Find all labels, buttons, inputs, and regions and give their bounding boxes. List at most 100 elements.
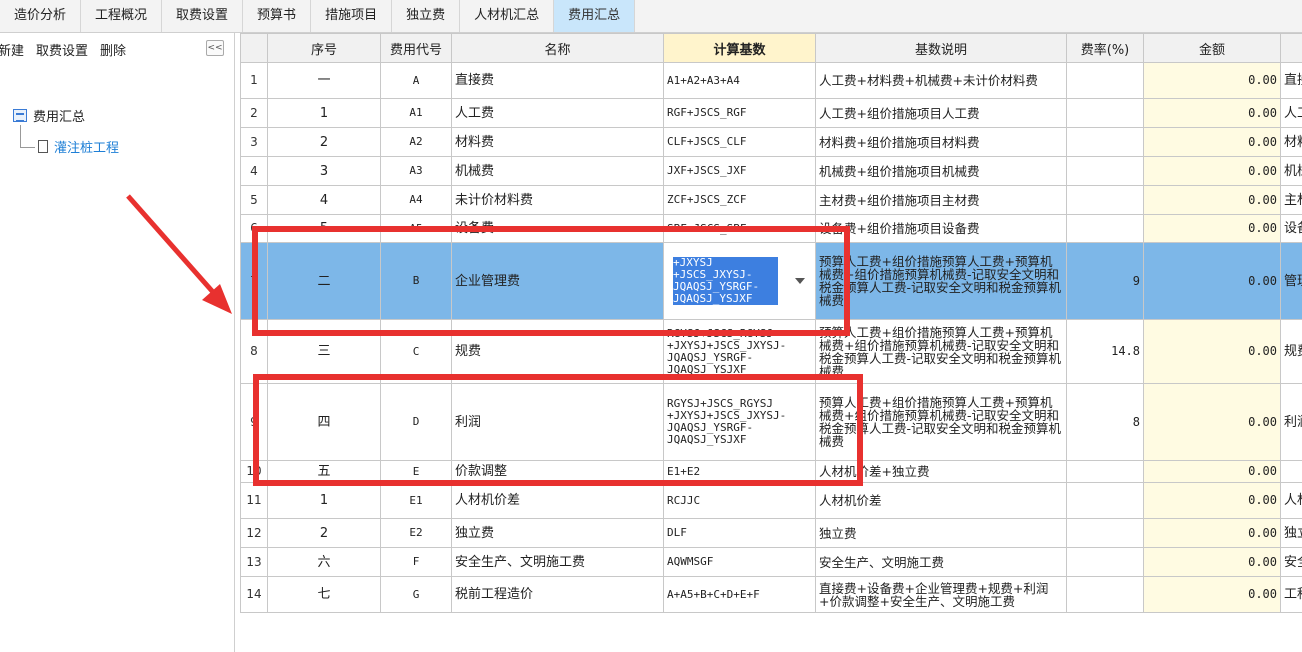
cell-desc[interactable]: 人工费+组价措施项目人工费 (815, 98, 1067, 128)
table-row[interactable]: 32A2材料费CLF+JSCS_CLF材料费+组价措施项目材料费 0.00材料 (240, 127, 1302, 157)
cell-name[interactable]: 未计价材料费 (451, 185, 664, 215)
dropdown-arrow-icon[interactable] (795, 278, 805, 284)
cell-note[interactable] (1280, 460, 1302, 483)
tab-3[interactable]: 预算书 (243, 0, 312, 32)
cell-note[interactable]: 人材 (1280, 482, 1302, 519)
cell-rate[interactable]: 8 (1066, 383, 1144, 461)
cell-amount[interactable]: 0.00 (1143, 156, 1281, 186)
tab-4[interactable]: 措施项目 (311, 0, 393, 32)
cell-desc[interactable]: 安全生产、文明施工费 (815, 547, 1067, 577)
cell-amount[interactable]: 0.00 (1143, 185, 1281, 215)
tab-2[interactable]: 取费设置 (162, 0, 244, 32)
cell-amount[interactable]: 0.00 (1143, 518, 1281, 548)
table-row[interactable]: 14 七 G 税前工程造价 A+A5+B+C+D+E+F 直接费+设备费+企业管理费+规费… (240, 576, 1302, 613)
cell-code[interactable]: A4 (380, 185, 452, 215)
cell-code[interactable]: A (380, 62, 452, 99)
table-row[interactable]: 65A5设备费SBF+JSCS_SBF设备费+组价措施项目设备费 0.00设备 (240, 214, 1302, 243)
cell-base[interactable]: DLF (663, 518, 816, 548)
cell-rate[interactable] (1066, 185, 1144, 215)
cell-base[interactable]: RCJJC (663, 482, 816, 519)
row-index[interactable]: 4 (240, 156, 268, 186)
tab-7[interactable]: 费用汇总 (554, 0, 636, 32)
cell-base[interactable]: CLF+JSCS_CLF (663, 127, 816, 157)
cell-desc[interactable]: 预算人工费+组价措施预算人工费+预算机械费+组价措施预算机械费-记取安全文明和税… (815, 242, 1067, 320)
cell-code[interactable]: E (380, 460, 452, 483)
cell-amount[interactable]: 0.00 (1143, 547, 1281, 577)
header-name[interactable]: 名称 (451, 33, 664, 63)
cell-desc[interactable]: 人材机价差 (815, 482, 1067, 519)
cell-seq[interactable]: 六 (267, 547, 381, 577)
cell-note[interactable]: 直接 (1280, 62, 1302, 99)
row-index[interactable]: 8 (240, 319, 268, 384)
cell-seq[interactable]: 1 (267, 482, 381, 519)
cell-amount[interactable]: 0.00 (1143, 383, 1281, 461)
cell-base[interactable]: +JXYSJ +JSCS_JXYSJ- JQAQSJ_YSRGF- JQAQSJ… (663, 242, 816, 320)
cell-rate[interactable] (1066, 98, 1144, 128)
tree-node-fee-summary[interactable]: 费用汇总 (0, 105, 85, 125)
cell-amount[interactable]: 0.00 (1143, 460, 1281, 483)
cell-note[interactable]: 材料 (1280, 127, 1302, 157)
cell-name[interactable]: 企业管理费 (451, 242, 664, 320)
cell-base[interactable]: ZCF+JSCS_ZCF (663, 185, 816, 215)
cell-name[interactable]: 材料费 (451, 127, 664, 157)
cell-seq[interactable]: 5 (267, 214, 381, 243)
cell-code[interactable]: A1 (380, 98, 452, 128)
tree-node-pile-project[interactable]: 灌注桩工程 (38, 136, 119, 156)
cell-seq[interactable]: 七 (267, 576, 381, 613)
cell-seq[interactable]: 2 (267, 127, 381, 157)
cell-note[interactable]: 人工 (1280, 98, 1302, 128)
cell-code[interactable]: C (380, 319, 452, 384)
table-row[interactable]: 9 四 D 利润 RGYSJ+JSCS_RGYSJ +JXYSJ+JSCS_JXYSJ-… (240, 383, 1302, 461)
row-index[interactable]: 11 (240, 482, 268, 519)
cell-seq[interactable]: 三 (267, 319, 381, 384)
cell-note[interactable]: 机械 (1280, 156, 1302, 186)
cell-desc[interactable]: 人材机价差+独立费 (815, 460, 1067, 483)
row-index[interactable]: 7 (240, 242, 268, 320)
cell-name[interactable]: 直接费 (451, 62, 664, 99)
table-row[interactable]: 8 三 C 规费 RGYSJ+JSCS_RGYSJ +JXYSJ+JSCS_JXYSJ-… (240, 319, 1302, 384)
cell-amount[interactable]: 0.00 (1143, 98, 1281, 128)
cell-rate[interactable] (1066, 127, 1144, 157)
header-seq[interactable]: 序号 (267, 33, 381, 63)
cell-name[interactable]: 设备费 (451, 214, 664, 243)
cell-desc[interactable]: 预算人工费+组价措施预算人工费+预算机械费+组价措施预算机械费-记取安全文明和税… (815, 319, 1067, 384)
row-index[interactable]: 3 (240, 127, 268, 157)
table-row[interactable]: 7 二 B 企业管理费 +JXYSJ +JSCS_JXYSJ- JQAQSJ_YSRGF… (240, 242, 1302, 320)
cell-code[interactable]: E1 (380, 482, 452, 519)
row-index[interactable]: 1 (240, 62, 268, 99)
cell-note[interactable]: 设备 (1280, 214, 1302, 243)
table-row[interactable]: 43A3机械费JXF+JSCS_JXF机械费+组价措施项目机械费 0.00机械 (240, 156, 1302, 186)
cell-name[interactable]: 机械费 (451, 156, 664, 186)
header-note[interactable] (1280, 33, 1302, 63)
cell-base[interactable]: E1+E2 (663, 460, 816, 483)
cell-code[interactable]: B (380, 242, 452, 320)
cell-seq[interactable]: 3 (267, 156, 381, 186)
cell-rate[interactable] (1066, 214, 1144, 243)
row-index[interactable]: 14 (240, 576, 268, 613)
cell-rate[interactable]: 14.8 (1066, 319, 1144, 384)
tab-1[interactable]: 工程概况 (81, 0, 163, 32)
cell-name[interactable]: 独立费 (451, 518, 664, 548)
cell-code[interactable]: A3 (380, 156, 452, 186)
fee-setting-button[interactable]: 取费设置 (36, 40, 88, 59)
collapse-panel-button[interactable]: << (206, 40, 224, 56)
cell-rate[interactable] (1066, 518, 1144, 548)
row-index[interactable]: 12 (240, 518, 268, 548)
cell-desc[interactable]: 机械费+组价措施项目机械费 (815, 156, 1067, 186)
cell-code[interactable]: E2 (380, 518, 452, 548)
table-row[interactable]: 21A1人工费RGF+JSCS_RGF人工费+组价措施项目人工费 0.00人工 (240, 98, 1302, 128)
cell-desc[interactable]: 预算人工费+组价措施预算人工费+预算机械费+组价措施预算机械费-记取安全文明和税… (815, 383, 1067, 461)
header-rate[interactable]: 费率(%) (1066, 33, 1144, 63)
cell-desc[interactable]: 独立费 (815, 518, 1067, 548)
cell-desc[interactable]: 直接费+设备费+企业管理费+规费+利润+价款调整+安全生产、文明施工费 (815, 576, 1067, 613)
cell-base[interactable]: SBF+JSCS_SBF (663, 214, 816, 243)
cell-base[interactable]: RGF+JSCS_RGF (663, 98, 816, 128)
cell-base[interactable]: A+A5+B+C+D+E+F (663, 576, 816, 613)
cell-base[interactable]: RGYSJ+JSCS_RGYSJ +JXYSJ+JSCS_JXYSJ- JQAQ… (663, 319, 816, 384)
cell-seq[interactable]: 二 (267, 242, 381, 320)
cell-code[interactable]: D (380, 383, 452, 461)
row-index[interactable]: 6 (240, 214, 268, 243)
cell-base[interactable]: JXF+JSCS_JXF (663, 156, 816, 186)
cell-note[interactable]: 规费 (1280, 319, 1302, 384)
cell-note[interactable]: 管理 (1280, 242, 1302, 320)
